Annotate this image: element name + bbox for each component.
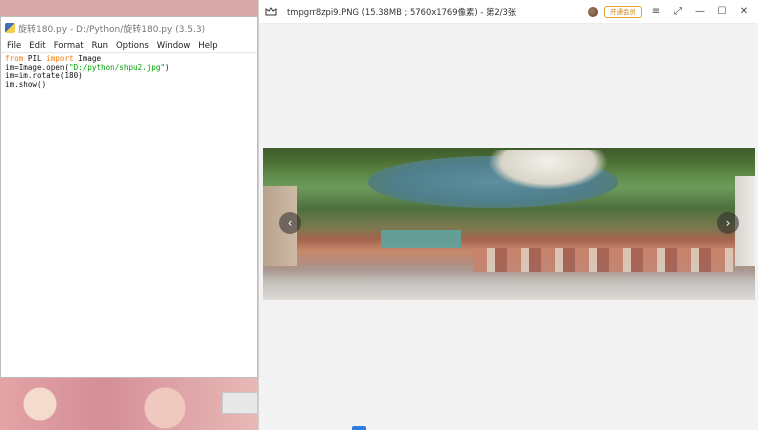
idle-title: 旋转180.py - D:/Python/旋转180.py (3.5.3) [18, 24, 206, 35]
menu-icon[interactable]: ≡ [648, 4, 664, 20]
previous-image-button[interactable]: ‹ [279, 212, 301, 234]
menu-options[interactable]: Options [113, 41, 152, 51]
code-editor[interactable]: from PIL import Image im=Image.open("D:/p… [1, 53, 257, 91]
close-button[interactable]: ✕ [736, 4, 752, 20]
taskbar-indicator [352, 426, 366, 430]
code-string: "D:/python/shpu2.jpg" [69, 62, 166, 72]
menu-run[interactable]: Run [89, 41, 111, 51]
menu-format[interactable]: Format [51, 41, 87, 51]
viewer-titlebar-controls: 开通会员 ≡ ⤢ — ☐ ✕ [588, 0, 752, 24]
photo-plaza [488, 150, 608, 190]
vip-button[interactable]: 开通会员 [604, 6, 642, 18]
menu-file[interactable]: File [4, 41, 24, 51]
code-line: im.show() [5, 79, 47, 89]
idle-menubar: File Edit Format Run Options Window Help [1, 39, 257, 53]
menu-edit[interactable]: Edit [26, 41, 48, 51]
python-icon [5, 23, 15, 33]
idle-titlebar: 旋转180.py - D:/Python/旋转180.py (3.5.3) [1, 17, 257, 39]
next-image-button[interactable]: › [717, 212, 739, 234]
menu-window[interactable]: Window [154, 41, 194, 51]
viewer-title: tmpgrr8zpi9.PNG (15.38MB ; 5760x1769像素) … [287, 6, 517, 17]
idle-editor-window: 旋转180.py - D:/Python/旋转180.py (3.5.3) Fi… [0, 16, 258, 378]
minimize-button[interactable]: — [692, 4, 708, 20]
user-avatar[interactable] [588, 7, 598, 17]
image-viewer-window: tmpgrr8zpi9.PNG (15.38MB ; 5760x1769像素) … [258, 0, 758, 430]
viewer-titlebar: tmpgrr8zpi9.PNG (15.38MB ; 5760x1769像素) … [259, 0, 758, 24]
code-text: ) [165, 62, 170, 72]
desktop-wallpaper [0, 378, 258, 430]
displayed-image[interactable] [263, 148, 755, 300]
fullscreen-icon[interactable]: ⤢ [670, 4, 686, 20]
maximize-button[interactable]: ☐ [714, 4, 730, 20]
viewer-logo-icon [265, 7, 277, 16]
photo-court [381, 230, 461, 248]
menu-help[interactable]: Help [195, 41, 220, 51]
photo-rooftops [473, 248, 733, 272]
background-window-fragment [222, 392, 258, 414]
